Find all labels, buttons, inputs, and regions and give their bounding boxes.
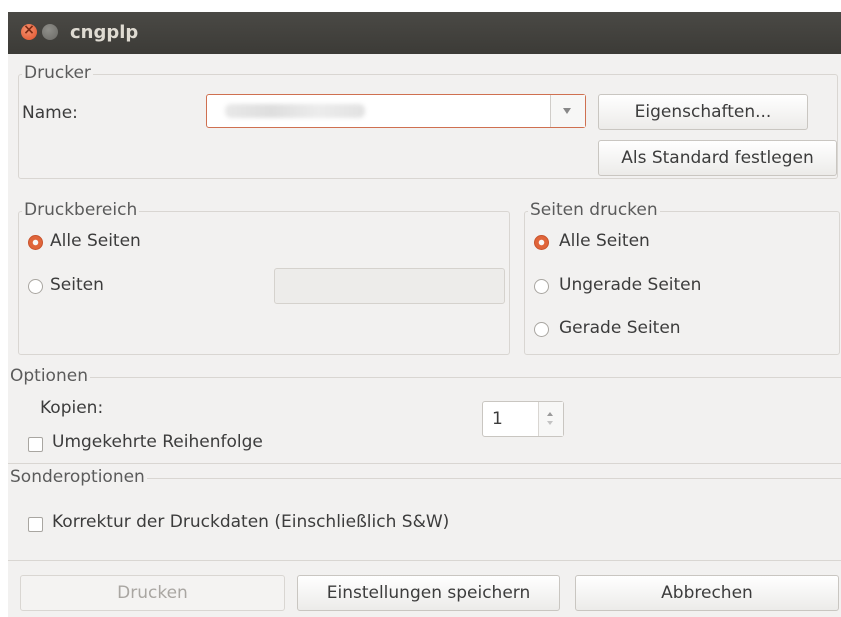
close-window-icon[interactable] — [21, 22, 37, 40]
print-dialog: cngplp Drucker Name: Eigenschaften... Al… — [8, 12, 841, 617]
printer-select[interactable] — [206, 94, 586, 128]
reverse-order-label[interactable]: Umgekehrte Reihenfolge — [52, 432, 263, 452]
reverse-order-checkbox[interactable] — [28, 437, 43, 452]
printer-dropdown-button[interactable] — [550, 95, 585, 127]
chevron-down-icon — [563, 108, 571, 114]
window-title: cngplp — [70, 22, 139, 43]
print-button[interactable]: Drucken — [20, 575, 285, 611]
printer-name-value — [225, 104, 365, 118]
range-pages-radio[interactable] — [28, 279, 43, 294]
print-odd-radio[interactable] — [534, 279, 549, 294]
print-odd-label[interactable]: Ungerade Seiten — [559, 275, 701, 295]
title-bar: cngplp — [8, 12, 841, 54]
print-pages-legend: Seiten drucken — [528, 200, 660, 220]
print-all-radio[interactable] — [534, 235, 549, 250]
save-settings-button[interactable]: Einstellungen speichern — [297, 575, 560, 611]
cancel-button[interactable]: Abbrechen — [575, 575, 839, 611]
pages-input[interactable] — [274, 268, 505, 304]
print-even-radio[interactable] — [534, 322, 549, 337]
set-default-button[interactable]: Als Standard festlegen — [598, 140, 837, 176]
copies-stepper[interactable] — [538, 402, 563, 436]
increment-icon[interactable] — [547, 412, 553, 416]
range-legend: Druckbereich — [22, 200, 140, 220]
range-all-radio[interactable] — [28, 235, 43, 250]
copies-spinner[interactable]: 1 — [482, 401, 564, 437]
correction-label[interactable]: Korrektur der Druckdaten (Einschließlich… — [52, 512, 449, 532]
print-all-label[interactable]: Alle Seiten — [559, 231, 650, 251]
decrement-icon[interactable] — [547, 421, 553, 425]
properties-button[interactable]: Eigenschaften... — [598, 94, 808, 130]
options-legend: Optionen — [8, 366, 90, 386]
copies-label: Kopien: — [40, 398, 104, 418]
correction-checkbox[interactable] — [28, 517, 43, 532]
minimize-window-icon[interactable] — [42, 24, 58, 40]
copies-value: 1 — [492, 409, 503, 429]
range-pages-label[interactable]: Seiten — [50, 275, 104, 295]
printer-name-label: Name: — [22, 103, 78, 123]
print-even-label[interactable]: Gerade Seiten — [559, 318, 681, 338]
special-options-legend: Sonderoptionen — [8, 467, 147, 487]
printer-legend: Drucker — [22, 63, 93, 83]
range-all-label[interactable]: Alle Seiten — [50, 231, 141, 251]
